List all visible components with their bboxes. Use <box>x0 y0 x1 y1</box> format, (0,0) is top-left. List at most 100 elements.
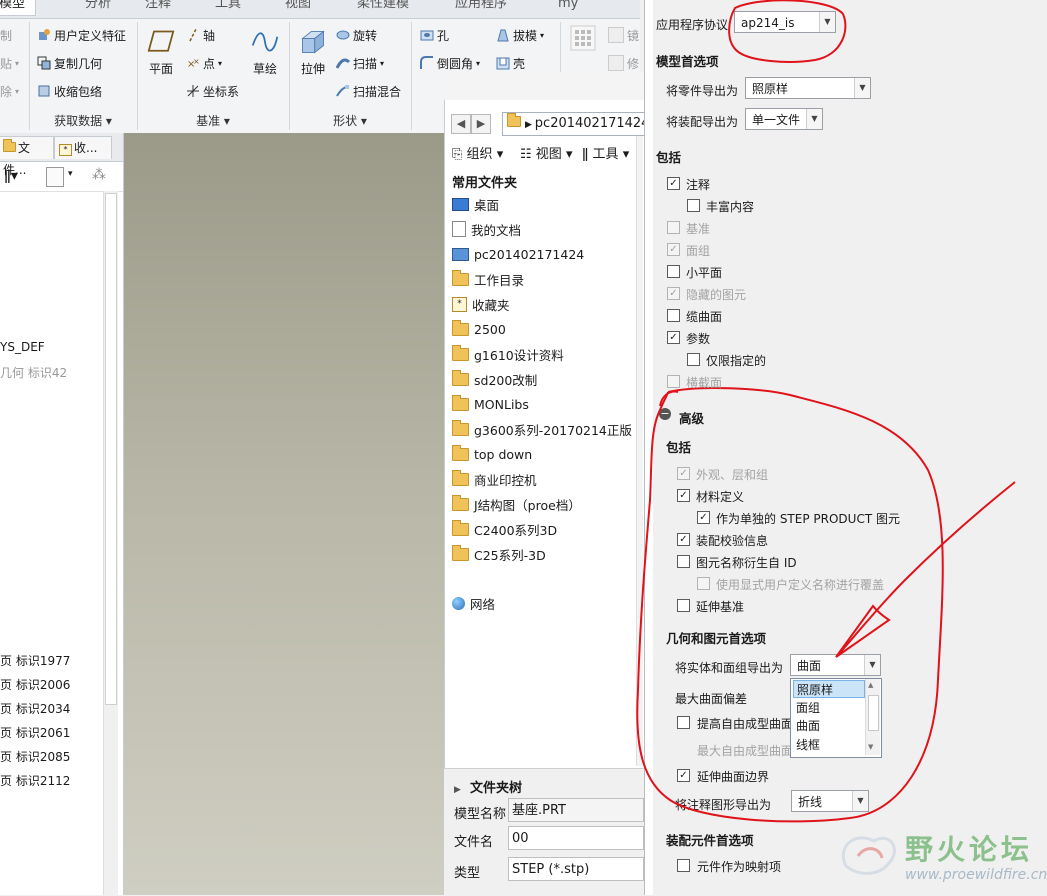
tree-item-2034[interactable]: 页 标识2034 <box>0 700 70 717</box>
tab-model[interactable]: 模型 <box>0 0 37 16</box>
tree-scrollbar-thumb[interactable] <box>105 193 117 705</box>
fav-item-folder[interactable]: MONLibs <box>452 394 529 414</box>
point-button[interactable]: × × 点 ▾ <box>186 53 222 73</box>
filter-icon[interactable]: ⁂ <box>92 167 106 183</box>
scroll-up-icon[interactable]: ▲ <box>868 681 873 689</box>
option-checkbox[interactable] <box>697 577 710 590</box>
address-box[interactable]: ▶ pc201402171424 <box>502 112 646 136</box>
revolve-button[interactable]: 旋转 <box>336 25 377 45</box>
dropdown-scrollbar[interactable]: ▲ ▼ <box>865 679 880 755</box>
sketch-button[interactable]: 草绘 <box>247 28 283 77</box>
fav-item-folder[interactable]: sd200改制 <box>452 369 537 389</box>
fav-item-working-dir[interactable]: 工作目录 <box>452 269 524 289</box>
fav-item-network[interactable]: 网络 <box>452 593 495 613</box>
option-checkbox[interactable]: ✓ <box>667 177 680 190</box>
views-button[interactable]: ☷ 视图 ▾ <box>520 143 572 162</box>
csys-button[interactable]: 坐标系 <box>186 81 239 101</box>
udf-button[interactable]: 用户定义特征 <box>37 25 126 45</box>
mirror-button[interactable] <box>570 25 596 51</box>
fav-item-folder[interactable]: C25系列-3D <box>452 544 546 564</box>
tab-view[interactable]: 视图 <box>285 0 311 15</box>
fav-item-favorites[interactable]: * 收藏夹 <box>452 294 510 314</box>
advanced-title[interactable]: 高级 <box>679 408 704 427</box>
scroll-down-icon[interactable]: ▼ <box>868 743 873 751</box>
hole-button[interactable]: 孔 <box>420 25 449 45</box>
component-mapping-checkbox[interactable] <box>677 859 690 872</box>
option-checkbox[interactable]: ✓ <box>667 331 680 344</box>
tab-analysis[interactable]: 分析 <box>85 0 111 15</box>
improve-freeform-checkbox[interactable] <box>677 716 690 729</box>
dropdown-option-as-is[interactable]: 照原样 <box>793 680 865 698</box>
tab-annotate[interactable]: 注释 <box>145 0 171 15</box>
shrinkwrap-button[interactable]: 收缩包络 <box>37 81 102 101</box>
file-name-input[interactable]: 00 <box>508 826 644 850</box>
option-checkbox[interactable] <box>687 353 700 366</box>
tree-item-2061[interactable]: 页 标识2061 <box>0 724 70 741</box>
tab-applications[interactable]: 应用程序 <box>455 0 507 15</box>
tab-flexible-modeling[interactable]: 柔性建模 <box>357 0 409 15</box>
tools-button[interactable]: ǁ 工具 ▾ <box>582 143 629 162</box>
option-checkbox[interactable]: ✓ <box>697 511 710 524</box>
export-part-select[interactable]: 照原样 ▼ <box>745 77 871 99</box>
tree-item-2112[interactable]: 页 标识2112 <box>0 772 70 789</box>
option-checkbox[interactable] <box>677 555 690 568</box>
tree-item-1977[interactable]: 页 标识1977 <box>0 652 70 669</box>
annotation-export-select[interactable]: 折线 ▼ <box>791 790 869 812</box>
option-checkbox[interactable] <box>667 265 680 278</box>
forward-button[interactable]: ▶ <box>471 114 491 134</box>
datum-group-label[interactable]: 基准 ▾ <box>138 112 288 130</box>
option-checkbox[interactable] <box>687 199 700 212</box>
shapes-group-label[interactable]: 形状 ▾ <box>290 112 410 130</box>
ribbon-left-item-3[interactable]: 除 ▾ <box>0 81 19 101</box>
option-checkbox[interactable] <box>667 375 680 388</box>
tab-file-browser[interactable]: 文件... <box>0 136 54 177</box>
option-checkbox[interactable] <box>667 309 680 322</box>
option-checkbox[interactable]: ✓ <box>667 287 680 300</box>
get-data-group-label[interactable]: 获取数据 ▾ <box>30 112 136 130</box>
collapse-icon[interactable]: − <box>659 408 671 420</box>
mirror-tool-button[interactable]: 镜 <box>608 25 639 45</box>
fav-item-documents[interactable]: 我的文档 <box>452 219 521 239</box>
swept-blend-button[interactable]: 扫描混合 <box>336 81 401 101</box>
tree-item-copy-geom[interactable]: 几何 标识42 <box>0 364 67 381</box>
extrude-button[interactable]: 拉伸 <box>296 28 330 77</box>
protocol-select[interactable]: ap214_is ▼ <box>734 11 836 33</box>
fav-item-folder[interactable]: C2400系列3D <box>452 519 557 539</box>
fav-item-folder[interactable]: 2500 <box>452 319 506 339</box>
file-type-select[interactable]: STEP (*.stp) <box>508 857 644 881</box>
copy-geometry-button[interactable]: 复制几何 <box>37 53 102 73</box>
shell-button[interactable]: 壳 <box>496 53 525 73</box>
option-checkbox[interactable]: ✓ <box>677 489 690 502</box>
fav-item-folder[interactable]: g3600系列-20170214正版 <box>452 419 632 439</box>
ribbon-left-item-2[interactable]: 贴 ▾ <box>0 53 19 73</box>
tree-item-2085[interactable]: 页 标识2085 <box>0 748 70 765</box>
tree-item-2006[interactable]: 页 标识2006 <box>0 676 70 693</box>
export-asm-select[interactable]: 单一文件 ▼ <box>745 108 823 130</box>
fav-item-folder[interactable]: J结构图（proe档） <box>452 494 581 514</box>
tree-item-csys[interactable]: YS_DEF <box>0 340 45 354</box>
folder-tree-toggle[interactable]: ▶ 文件夹树 <box>454 777 522 796</box>
dropdown-scroll-thumb[interactable] <box>868 695 879 731</box>
fav-item-folder[interactable]: g1610设计资料 <box>452 344 564 364</box>
option-checkbox[interactable] <box>667 221 680 234</box>
axis-button[interactable]: 轴 <box>186 25 215 45</box>
draft-button[interactable]: 拔模 ▾ <box>496 25 544 45</box>
tree-settings-icon[interactable]: ǁ▾ <box>4 168 18 184</box>
fav-item-computer[interactable]: pc201402171424 <box>452 244 584 264</box>
ribbon-left-item-1[interactable]: 制 <box>0 25 12 45</box>
round-button[interactable]: 倒圆角 ▾ <box>420 53 480 73</box>
solid-export-select[interactable]: 曲面 ▼ <box>790 654 881 676</box>
dialog-scrollbar[interactable] <box>636 136 643 766</box>
graphics-canvas[interactable] <box>124 133 444 895</box>
fav-item-folder[interactable]: top down <box>452 444 532 464</box>
modify-tool-button[interactable]: 修 <box>608 53 639 73</box>
tab-favorites[interactable]: * 收... <box>54 136 112 159</box>
tab-tools[interactable]: 工具 <box>215 0 241 15</box>
option-checkbox[interactable] <box>677 599 690 612</box>
dropdown-option-surfaces[interactable]: 曲面 <box>793 717 868 735</box>
fav-item-desktop[interactable]: 桌面 <box>452 194 499 214</box>
sweep-button[interactable]: 扫描 ▾ <box>336 53 384 73</box>
option-checkbox[interactable]: ✓ <box>677 467 690 480</box>
extend-surface-checkbox[interactable]: ✓ <box>677 769 690 782</box>
option-checkbox[interactable]: ✓ <box>667 243 680 256</box>
